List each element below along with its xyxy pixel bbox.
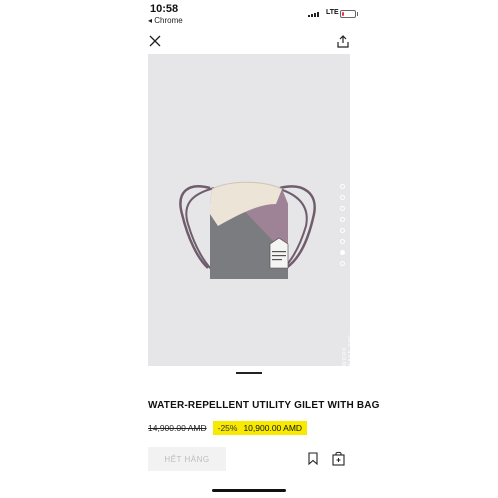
network-label: LTE: [326, 9, 339, 16]
carousel-dot[interactable]: [340, 206, 345, 211]
top-bar: [140, 30, 358, 52]
product-image[interactable]: WORK SAFE THE WORLD: [148, 54, 360, 366]
phone-screen: 10:58 ◂ Chrome LTE WORK SAFE THE WORLD W…: [140, 0, 379, 498]
product-title: WATER-REPELLENT UTILITY GILET WITH BAG: [148, 400, 380, 411]
share-icon: [337, 34, 349, 48]
carousel-dot[interactable]: [340, 239, 345, 244]
scroll-handle[interactable]: [236, 372, 262, 374]
close-button[interactable]: [146, 32, 164, 50]
shopping-bag-icon: [332, 451, 345, 466]
bookmark-icon: [308, 452, 318, 466]
close-icon: [149, 35, 161, 47]
carousel-dot[interactable]: [340, 228, 345, 233]
drawstring-bag-image: [179, 181, 316, 279]
discount-badge: -25% 10,900.00 AMD: [212, 421, 308, 435]
back-to-app-link[interactable]: ◂ Chrome: [148, 16, 183, 25]
carousel-dots[interactable]: [340, 184, 345, 266]
carousel-dot[interactable]: [340, 217, 345, 222]
bag-button[interactable]: [332, 451, 345, 471]
carousel-dot[interactable]: [340, 261, 345, 266]
status-time: 10:58: [150, 3, 179, 15]
discount-percent: -25%: [217, 423, 238, 433]
signal-icon: [308, 12, 319, 17]
status-bar: 10:58 ◂ Chrome LTE: [140, 0, 358, 28]
home-indicator[interactable]: [212, 489, 286, 492]
share-button[interactable]: [334, 32, 352, 50]
sold-out-button[interactable]: HẾT HÀNG: [148, 447, 226, 471]
carousel-dot[interactable]: [340, 195, 345, 200]
image-side-text: WORK SAFE THE WORLD: [342, 333, 360, 366]
new-price: 10,900.00 AMD: [243, 423, 303, 433]
price-row: 14,900.00 AMD -25% 10,900.00 AMD: [148, 421, 308, 435]
bookmark-button[interactable]: [308, 452, 318, 470]
carousel-dot[interactable]: [340, 184, 345, 189]
old-price: 14,900.00 AMD: [148, 423, 207, 433]
battery-icon: [340, 10, 358, 18]
carousel-dot-active[interactable]: [340, 250, 345, 255]
